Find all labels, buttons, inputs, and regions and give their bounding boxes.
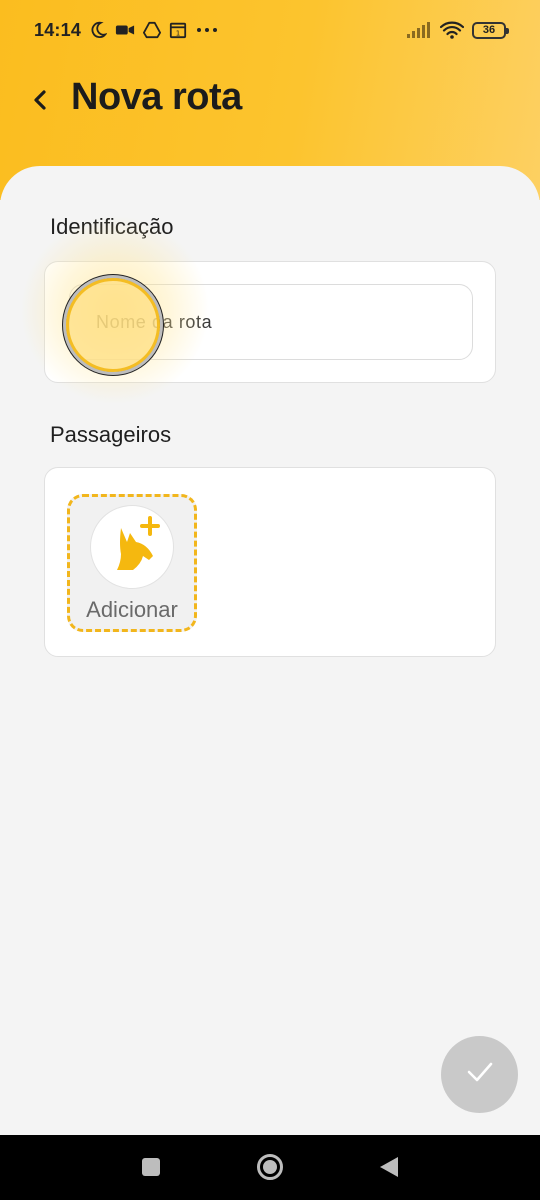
back-icon[interactable] <box>378 1155 400 1184</box>
add-passenger-avatar <box>90 505 174 589</box>
app-bar: Nova rota <box>0 70 540 136</box>
svg-text:1: 1 <box>176 28 181 37</box>
calendar-icon: 1 <box>169 21 187 39</box>
status-bar: 14:14 1 36 <box>0 0 540 60</box>
home-icon[interactable] <box>256 1153 284 1186</box>
moon-icon <box>89 21 108 39</box>
more-dots-icon <box>195 26 219 34</box>
page-title: Nova rota <box>71 76 242 118</box>
route-name-placeholder: Nome da rota <box>96 311 213 332</box>
wifi-icon <box>440 21 464 39</box>
add-passenger-label: Adicionar <box>86 597 178 622</box>
section-title-identificacao: Identificação <box>50 214 174 239</box>
confirm-button[interactable] <box>441 1036 518 1113</box>
identificacao-card: Nome da rota <box>44 261 496 383</box>
battery-icon: 36 <box>472 21 509 39</box>
status-time: 14:14 <box>34 19 82 40</box>
section-title-passageiros: Passageiros <box>50 422 172 447</box>
check-icon <box>466 1061 494 1088</box>
kangaroo-add-icon <box>99 512 165 583</box>
chevron-left-icon <box>32 89 48 116</box>
drive-icon <box>143 21 162 39</box>
video-icon <box>115 22 135 38</box>
route-name-input[interactable]: Nome da rota <box>69 284 473 360</box>
system-navigation-bar <box>0 1135 540 1200</box>
add-passenger-button[interactable]: Adicionar <box>67 494 197 632</box>
back-button[interactable] <box>22 84 58 120</box>
passageiros-card: Adicionar <box>44 467 496 657</box>
recents-icon[interactable] <box>141 1157 161 1182</box>
signal-icon <box>406 21 432 39</box>
